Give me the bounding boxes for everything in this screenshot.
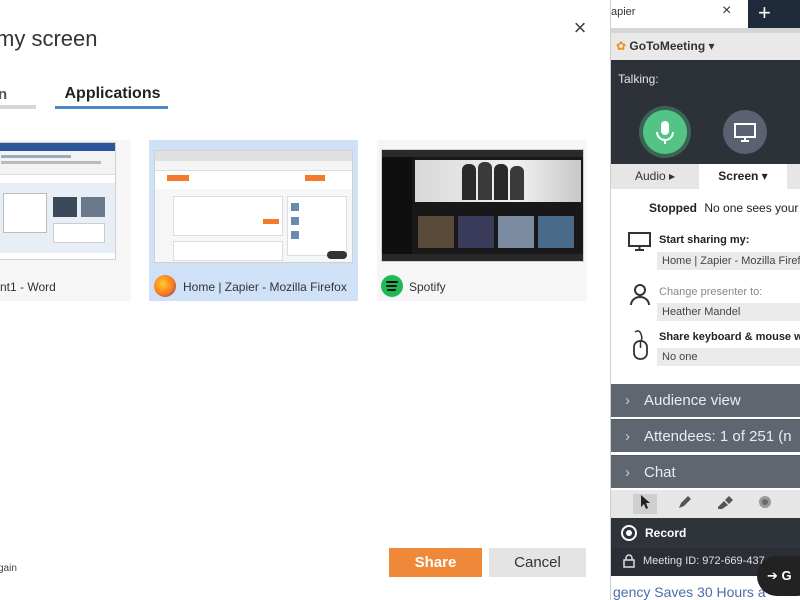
presenter-select[interactable]: Heather Mandel — [657, 303, 800, 321]
flower-icon: ✿ — [616, 39, 627, 53]
record-bar[interactable]: Record — [611, 518, 800, 548]
record-icon — [621, 525, 637, 541]
firefox-icon — [154, 275, 176, 297]
tab-screen-settings[interactable]: Screen ▾ — [699, 164, 787, 189]
status-description: No one sees your — [704, 201, 799, 215]
status-stopped: Stopped — [649, 201, 697, 215]
screen-share-button[interactable] — [723, 110, 767, 154]
share-screen-dialog: my screen × n Applications nt1 - Word Ho… — [0, 0, 610, 600]
sharing-status: Stopped No one sees your — [649, 201, 798, 215]
browser-tab[interactable]: apier × — [611, 0, 748, 28]
microphone-button[interactable] — [643, 110, 687, 154]
tab-screen[interactable]: n — [0, 86, 7, 103]
app-label-spotify: Spotify — [409, 280, 446, 294]
highlighter-icon[interactable] — [713, 494, 737, 514]
chevron-down-icon: ▾ — [708, 39, 715, 53]
dialog-title: my screen — [0, 26, 98, 51]
arrow-icon: ➔ — [767, 568, 778, 583]
chevron-right-icon: › — [625, 392, 630, 409]
monitor-icon — [627, 231, 653, 258]
tab-applications-underline — [55, 106, 168, 109]
audio-screen-tabs: Audio ▸ Screen ▾ — [611, 164, 800, 189]
floating-widget-label: G — [781, 568, 792, 583]
footer-text: gain — [0, 563, 17, 574]
gotomeeting-logo-text: GoToMeeting — [629, 39, 706, 53]
microphone-icon — [656, 121, 674, 144]
cancel-button[interactable]: Cancel — [489, 548, 586, 577]
spotlight-icon[interactable] — [753, 494, 777, 514]
section-attendees-label: Attendees: 1 of 251 (n — [644, 428, 792, 445]
tab-audio[interactable]: Audio ▸ — [611, 164, 699, 189]
keyboard-mouse-select[interactable]: No one — [657, 348, 800, 366]
floating-widget[interactable]: ➔ G — [757, 556, 800, 596]
new-tab-button[interactable]: + — [748, 0, 800, 28]
browser-tab-title: apier — [611, 6, 636, 18]
talking-area: Talking: — [611, 60, 800, 164]
monitor-icon — [734, 123, 756, 142]
section-audience-view-label: Audience view — [644, 392, 741, 409]
pointer-icon[interactable] — [633, 494, 657, 514]
app-label-word: nt1 - Word — [0, 280, 56, 294]
section-chat[interactable]: › Chat — [611, 455, 800, 488]
share-button[interactable]: Share — [389, 548, 482, 577]
app-tile-word[interactable]: nt1 - Word — [0, 140, 131, 301]
person-icon — [629, 283, 651, 312]
spotify-icon — [381, 275, 403, 297]
tab-screen-underline — [0, 105, 36, 109]
app-label-firefox: Home | Zapier - Mozilla Firefox — [183, 280, 347, 294]
section-audience-view[interactable]: › Audience view — [611, 384, 800, 417]
lock-icon — [623, 554, 635, 571]
close-icon[interactable]: × — [568, 16, 592, 40]
spotify-thumbnail — [381, 149, 584, 262]
close-tab-icon[interactable]: × — [722, 2, 731, 20]
share-keyboard-label: Share keyboard & mouse w — [659, 331, 800, 343]
change-presenter-label: Change presenter to: — [659, 286, 763, 298]
word-thumbnail — [0, 142, 116, 260]
chevron-right-icon: › — [625, 428, 630, 445]
firefox-thumbnail — [154, 150, 353, 263]
gtm-header: ✿ GoToMeeting ▾ — [611, 33, 800, 60]
app-tile-spotify[interactable]: Spotify — [377, 140, 587, 301]
tab-applications[interactable]: Applications — [56, 85, 169, 103]
app-tile-firefox[interactable]: Home | Zapier - Mozilla Firefox — [149, 140, 358, 301]
section-chat-label: Chat — [644, 464, 676, 481]
gotomeeting-panel: apier × + ✿ GoToMeeting ▾ Talking: Audio… — [610, 0, 800, 600]
pen-icon[interactable] — [673, 494, 697, 514]
start-sharing-label: Start sharing my: — [659, 234, 750, 246]
record-label: Record — [645, 526, 687, 540]
banner-text[interactable]: gency Saves 30 Hours a — [613, 584, 766, 600]
drawing-toolbar — [611, 490, 800, 518]
talking-label: Talking: — [618, 72, 659, 86]
meeting-id: Meeting ID: 972-669-437 — [643, 555, 765, 567]
chevron-right-icon: › — [625, 464, 630, 481]
gotomeeting-logo[interactable]: ✿ GoToMeeting ▾ — [616, 39, 715, 53]
mouse-icon — [631, 328, 651, 367]
start-sharing-select[interactable]: Home | Zapier - Mozilla Firefox — [657, 252, 800, 270]
section-attendees[interactable]: › Attendees: 1 of 251 (n — [611, 419, 800, 452]
